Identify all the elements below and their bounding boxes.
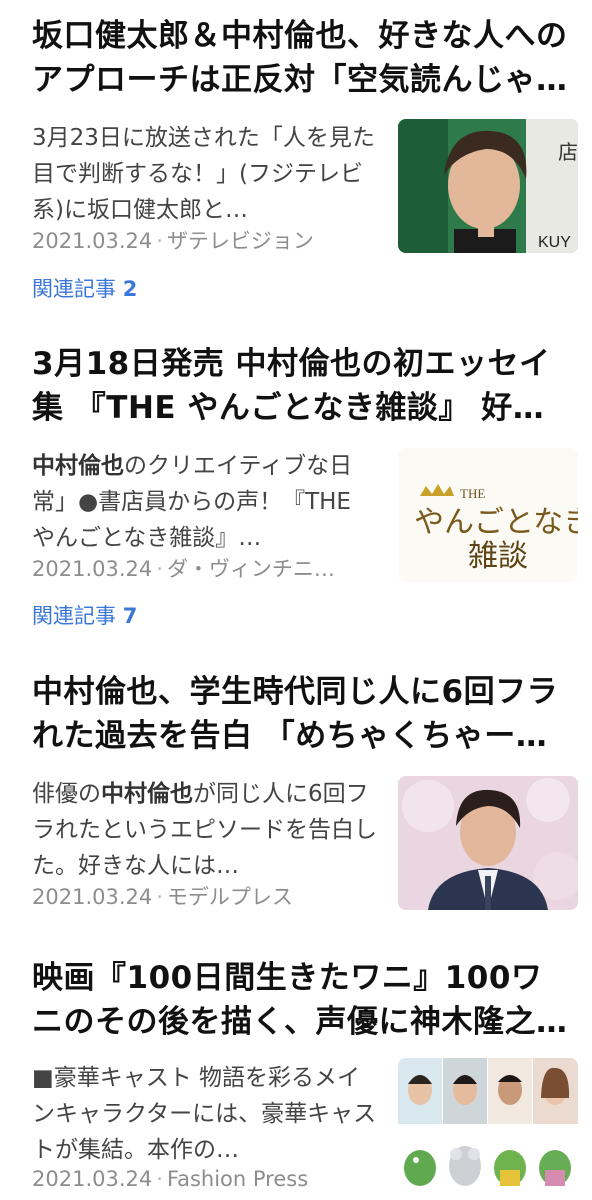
article-title[interactable]: 中村倫也、学生時代同じ人に6回フラれた過去を告白 「めちゃくちゃー… <box>32 670 572 758</box>
portrait-photo-icon: 店 KUY <box>398 119 578 253</box>
snippet-text: 俳優の <box>32 781 101 807</box>
article-source: ザテレビジョン <box>166 229 314 253</box>
related-articles-link[interactable]: 関連記事 2 <box>32 274 137 304</box>
article-source: モデルプレス <box>166 885 293 909</box>
related-articles-link[interactable]: 関連記事 7 <box>32 601 137 631</box>
article-title[interactable]: 坂口健太郎＆中村倫也、好きな人へのアプローチは正反対「空気読んじゃうタイプ」 <box>32 14 572 102</box>
separator-dot: · <box>156 557 163 581</box>
svg-text:KUY: KUY <box>538 234 571 251</box>
related-label: 関連記事 <box>32 604 116 628</box>
logo-small-text: THE <box>460 486 485 501</box>
article-meta: 2021.03.24 · ザテレビジョン <box>32 226 380 256</box>
article-source: ダ・ヴィンチニ… <box>166 557 335 581</box>
article-snippet: 中村倫也のクリエイティブな日常」●書店員からの声！『THE やんごとなき雑談』… <box>32 448 380 556</box>
separator-dot: · <box>156 885 163 909</box>
article-title[interactable]: 映画『100日間生きたワニ』100ワニのその後を描く、声優に神木隆之介… <box>32 956 572 1044</box>
news-article[interactable]: 映画『100日間生きたワニ』100ワニのその後を描く、声優に神木隆之介… ■豪華… <box>0 956 592 1200</box>
snippet-highlight: 中村倫也 <box>32 453 124 479</box>
snippet-text: ■豪華キャスト 物語を彩るメインキャラクターには、豪華キャストが集結。本作の… <box>32 1065 377 1163</box>
article-snippet: 俳優の中村倫也が同じ人に6回フラれたというエピソードを告白した。好きな人には… <box>32 776 380 884</box>
article-title[interactable]: 3月18日発売 中村倫也の初エッセイ集 『THE やんごとなき雑談』 好評… <box>32 342 572 430</box>
cast-collage-icon <box>398 1058 578 1192</box>
article-meta: 2021.03.24 · モデルプレス <box>32 882 380 912</box>
article-thumbnail[interactable]: 店 KUY <box>398 119 578 253</box>
article-date: 2021.03.24 <box>32 885 153 909</box>
separator-dot: · <box>156 1167 163 1191</box>
article-source: Fashion Press <box>166 1167 309 1191</box>
logo-title-line1: やんごとなき <box>414 505 578 540</box>
logo-title-line2: 雑談 <box>468 539 528 574</box>
related-count: 7 <box>122 604 138 628</box>
article-thumbnail[interactable]: THE やんごとなき 雑談 <box>398 448 578 582</box>
news-article[interactable]: 坂口健太郎＆中村倫也、好きな人へのアプローチは正反対「空気読んじゃうタイプ」 3… <box>0 14 592 314</box>
article-meta: 2021.03.24 · Fashion Press <box>32 1164 380 1194</box>
portrait-photo-icon <box>398 776 578 910</box>
related-label: 関連記事 <box>32 277 116 301</box>
article-date: 2021.03.24 <box>32 229 153 253</box>
article-meta: 2021.03.24 · ダ・ヴィンチニ… <box>32 554 380 584</box>
book-title-logo-icon: THE やんごとなき 雑談 <box>398 448 578 582</box>
svg-text:店: 店 <box>558 141 578 164</box>
news-article[interactable]: 中村倫也、学生時代同じ人に6回フラれた過去を告白 「めちゃくちゃー… 俳優の中村… <box>0 670 592 930</box>
news-article[interactable]: 3月18日発売 中村倫也の初エッセイ集 『THE やんごとなき雑談』 好評… 中… <box>0 342 592 642</box>
separator-dot: · <box>156 229 163 253</box>
article-date: 2021.03.24 <box>32 557 153 581</box>
article-date: 2021.03.24 <box>32 1167 153 1191</box>
related-count: 2 <box>122 277 138 301</box>
snippet-text: 3月23日に放送された「人を見た目で判断するな！」(フジテレビ系)に坂口健太郎と… <box>32 125 375 223</box>
article-snippet: ■豪華キャスト 物語を彩るメインキャラクターには、豪華キャストが集結。本作の… <box>32 1060 380 1168</box>
article-snippet: 3月23日に放送された「人を見た目で判断するな！」(フジテレビ系)に坂口健太郎と… <box>32 120 380 228</box>
article-thumbnail[interactable] <box>398 776 578 910</box>
snippet-highlight: 中村倫也 <box>101 781 193 807</box>
article-thumbnail[interactable] <box>398 1058 578 1192</box>
